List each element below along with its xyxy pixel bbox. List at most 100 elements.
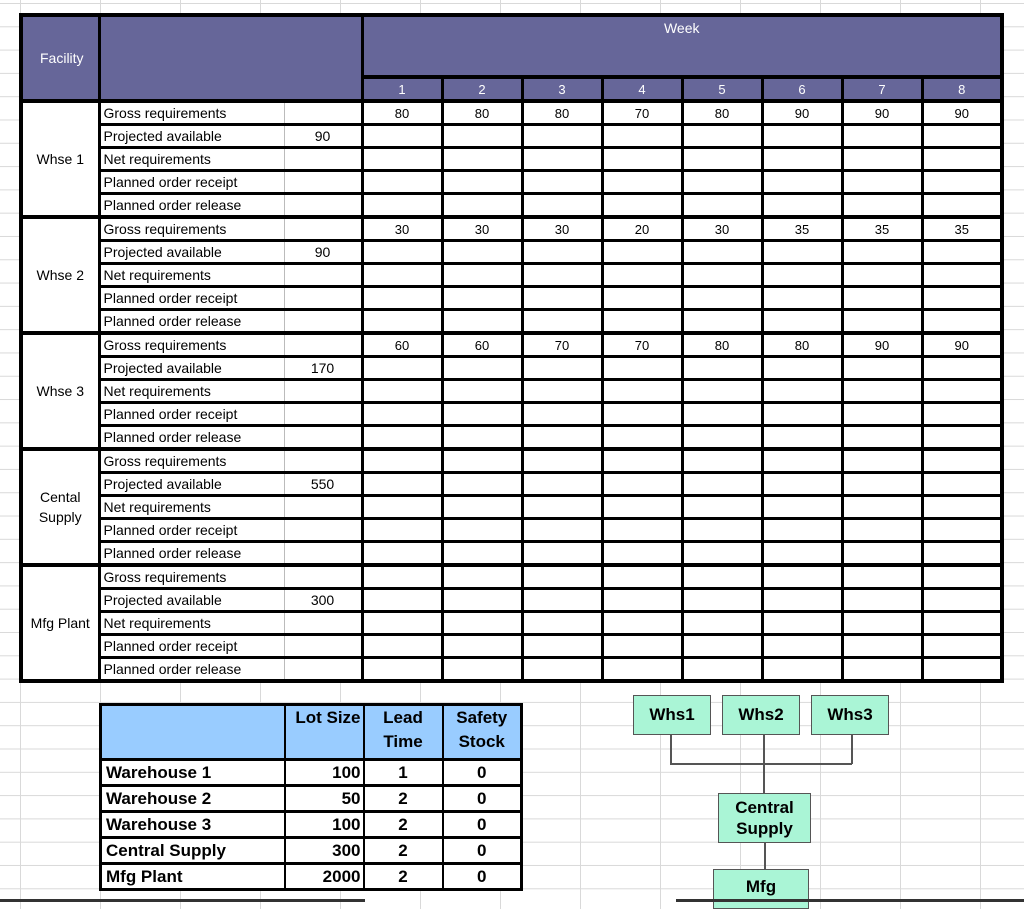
week-cell[interactable] [522, 123, 604, 148]
week-cell[interactable] [362, 494, 444, 519]
week-cell[interactable] [842, 262, 924, 287]
week-cell[interactable] [842, 123, 924, 148]
week-cell[interactable] [602, 447, 684, 473]
row-label[interactable]: Planned order release [99, 656, 285, 681]
row-label[interactable]: Gross requirements [99, 215, 285, 241]
week-cell[interactable] [682, 494, 764, 519]
initial-value-cell[interactable] [284, 262, 364, 287]
week-cell[interactable] [842, 517, 924, 542]
node-whs2[interactable]: Whs2 [722, 695, 800, 735]
week-cell[interactable] [842, 192, 924, 217]
week-cell[interactable] [762, 494, 844, 519]
week-cell[interactable] [922, 424, 1004, 449]
row-label[interactable]: Projected available [99, 471, 285, 496]
week-cell[interactable]: 30 [682, 215, 764, 241]
week-cell[interactable] [762, 262, 844, 287]
week-number-2[interactable]: 2 [442, 77, 524, 101]
week-cell[interactable] [362, 633, 444, 658]
week-cell[interactable] [362, 285, 444, 310]
initial-value-cell[interactable] [284, 610, 364, 635]
week-cell[interactable] [442, 517, 524, 542]
week-cell[interactable] [602, 146, 684, 171]
week-cell[interactable] [762, 587, 844, 612]
week-cell[interactable] [362, 308, 444, 333]
week-cell[interactable] [682, 308, 764, 333]
week-cell[interactable]: 80 [762, 331, 844, 357]
week-cell[interactable] [522, 633, 604, 658]
week-number-6[interactable]: 6 [762, 77, 844, 101]
week-cell[interactable] [922, 494, 1004, 519]
week-cell[interactable] [602, 471, 684, 496]
week-cell[interactable] [362, 192, 444, 217]
week-cell[interactable] [442, 239, 524, 264]
week-cell[interactable] [602, 262, 684, 287]
week-cell[interactable] [922, 239, 1004, 264]
week-cell[interactable] [922, 401, 1004, 426]
week-cell[interactable] [602, 169, 684, 194]
initial-value-cell[interactable] [284, 146, 364, 171]
facility-name[interactable]: Mfg Plant [21, 563, 101, 681]
initial-value-cell[interactable] [284, 563, 364, 589]
week-cell[interactable] [522, 447, 604, 473]
initial-value-cell[interactable] [284, 494, 364, 519]
week-cell[interactable] [602, 378, 684, 403]
week-cell[interactable] [922, 123, 1004, 148]
week-cell[interactable] [522, 471, 604, 496]
week-cell[interactable] [842, 656, 924, 681]
initial-value-cell[interactable] [284, 285, 364, 310]
week-cell[interactable] [922, 355, 1004, 380]
week-cell[interactable] [842, 610, 924, 635]
week-cell[interactable] [922, 471, 1004, 496]
week-cell[interactable] [442, 656, 524, 681]
initial-value-cell[interactable] [284, 633, 364, 658]
week-cell[interactable] [602, 401, 684, 426]
week-number-4[interactable]: 4 [602, 77, 684, 101]
week-cell[interactable] [922, 656, 1004, 681]
week-cell[interactable] [762, 424, 844, 449]
week-cell[interactable] [922, 517, 1004, 542]
week-number-8[interactable]: 8 [922, 77, 1004, 101]
week-cell[interactable] [842, 169, 924, 194]
initial-value-cell[interactable] [284, 215, 364, 241]
week-cell[interactable] [362, 123, 444, 148]
week-cell[interactable] [522, 285, 604, 310]
week-cell[interactable] [842, 239, 924, 264]
week-header[interactable]: Week [362, 15, 1002, 79]
initial-value-cell[interactable]: 90 [284, 239, 364, 264]
week-cell[interactable]: 70 [522, 331, 604, 357]
week-cell[interactable] [762, 540, 844, 565]
week-cell[interactable] [522, 424, 604, 449]
week-cell[interactable]: 70 [602, 99, 684, 125]
safety-stock-cell[interactable]: 0 [442, 810, 523, 838]
week-cell[interactable]: 60 [442, 331, 524, 357]
week-cell[interactable] [362, 587, 444, 612]
week-cell[interactable]: 35 [842, 215, 924, 241]
week-cell[interactable] [362, 656, 444, 681]
week-cell[interactable] [682, 239, 764, 264]
row-label[interactable]: Gross requirements [99, 563, 285, 589]
row-label[interactable]: Planned order receipt [99, 517, 285, 542]
week-cell[interactable] [922, 563, 1004, 589]
week-cell[interactable] [842, 494, 924, 519]
week-cell[interactable] [522, 169, 604, 194]
lead-time-cell[interactable]: 1 [363, 758, 444, 786]
node-central-supply[interactable]: Central Supply [718, 793, 811, 843]
week-cell[interactable]: 90 [922, 331, 1004, 357]
week-cell[interactable] [442, 447, 524, 473]
week-cell[interactable] [762, 285, 844, 310]
week-cell[interactable] [362, 563, 444, 589]
row-label-header[interactable] [99, 15, 364, 101]
week-cell[interactable] [842, 378, 924, 403]
row-label[interactable]: Projected available [99, 587, 285, 612]
week-number-3[interactable]: 3 [522, 77, 604, 101]
week-cell[interactable] [522, 540, 604, 565]
row-label[interactable]: Planned order release [99, 540, 285, 565]
week-cell[interactable] [602, 285, 684, 310]
week-cell[interactable] [522, 378, 604, 403]
param-name[interactable]: Central Supply [100, 836, 286, 864]
row-label[interactable]: Net requirements [99, 494, 285, 519]
week-cell[interactable] [442, 192, 524, 217]
week-cell[interactable]: 80 [522, 99, 604, 125]
week-cell[interactable] [922, 633, 1004, 658]
safety-stock-cell[interactable]: 0 [442, 836, 523, 864]
